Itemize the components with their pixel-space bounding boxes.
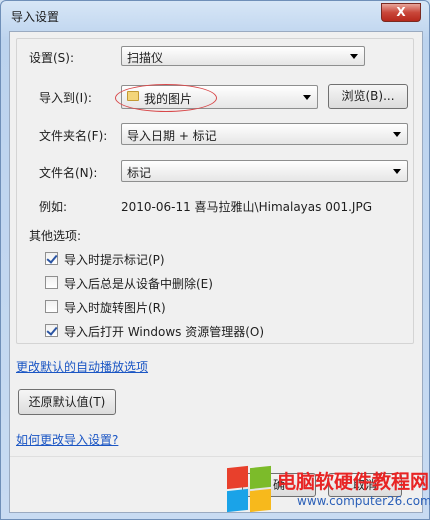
settings-groupbox: 设置(S): 扫描仪 导入到(I): 我的图片 浏览(B)... 文件夹名(F)… xyxy=(16,38,414,344)
browse-button[interactable]: 浏览(B)... xyxy=(328,84,408,109)
how-to-change-link[interactable]: 如何更改导入设置? xyxy=(16,431,118,448)
windows-logo-icon xyxy=(227,465,273,513)
checkbox[interactable] xyxy=(45,252,58,265)
import-settings-dialog: 导入设置 X 设置(S): 扫描仪 导入到(I): 我的图片 浏览(B)... … xyxy=(0,0,430,520)
window-title: 导入设置 xyxy=(11,10,60,24)
chevron-down-icon xyxy=(303,95,311,100)
chevron-down-icon xyxy=(393,132,401,137)
example-label: 例如: xyxy=(39,200,68,214)
logo-green-pane xyxy=(250,465,271,490)
checkbox[interactable] xyxy=(45,324,58,337)
site-watermark: 电脑软硬件教程网 www.computer26.com xyxy=(223,463,430,517)
title-bar[interactable]: 导入设置 X xyxy=(1,1,429,31)
file-name-label: 文件名(N): xyxy=(39,166,98,180)
folder-name-label: 文件夹名(F): xyxy=(39,129,108,143)
autoplay-options-link[interactable]: 更改默认的自动播放选项 xyxy=(16,358,148,375)
settings-dropdown-value: 扫描仪 xyxy=(127,51,164,65)
highlight-annotation xyxy=(115,84,217,112)
folder-name-dropdown[interactable]: 导入日期 + 标记 xyxy=(121,123,408,145)
settings-label: 设置(S): xyxy=(29,51,75,65)
logo-yellow-pane xyxy=(250,488,271,513)
settings-dropdown[interactable]: 扫描仪 xyxy=(121,46,365,66)
import-to-label: 导入到(I): xyxy=(39,91,92,105)
other-options-label: 其他选项: xyxy=(29,229,82,243)
logo-blue-pane xyxy=(227,488,248,513)
dialog-body: 设置(S): 扫描仪 导入到(I): 我的图片 浏览(B)... 文件夹名(F)… xyxy=(9,31,423,513)
option-label: 导入后打开 Windows 资源管理器(O) xyxy=(64,325,265,339)
checkbox[interactable] xyxy=(45,300,58,313)
chevron-down-icon xyxy=(350,54,358,59)
chevron-down-icon xyxy=(393,169,401,174)
checkbox[interactable] xyxy=(45,276,58,289)
option-label: 导入时提示标记(P) xyxy=(64,253,165,267)
option-label: 导入时旋转图片(R) xyxy=(64,301,166,315)
watermark-text: 电脑软硬件教程网 xyxy=(277,471,430,493)
option-label: 导入后总是从设备中删除(E) xyxy=(64,277,213,291)
folder-name-dropdown-value: 导入日期 + 标记 xyxy=(127,129,217,143)
restore-defaults-button[interactable]: 还原默认值(T) xyxy=(18,389,116,415)
example-value: 2010-06-11 喜马拉雅山\Himalayas 001.JPG xyxy=(121,200,372,214)
file-name-dropdown-value: 标记 xyxy=(127,166,152,180)
close-button[interactable]: X xyxy=(381,3,421,22)
watermark-url: www.computer26.com xyxy=(297,494,430,508)
file-name-dropdown[interactable]: 标记 xyxy=(121,160,408,182)
logo-red-pane xyxy=(227,465,248,490)
